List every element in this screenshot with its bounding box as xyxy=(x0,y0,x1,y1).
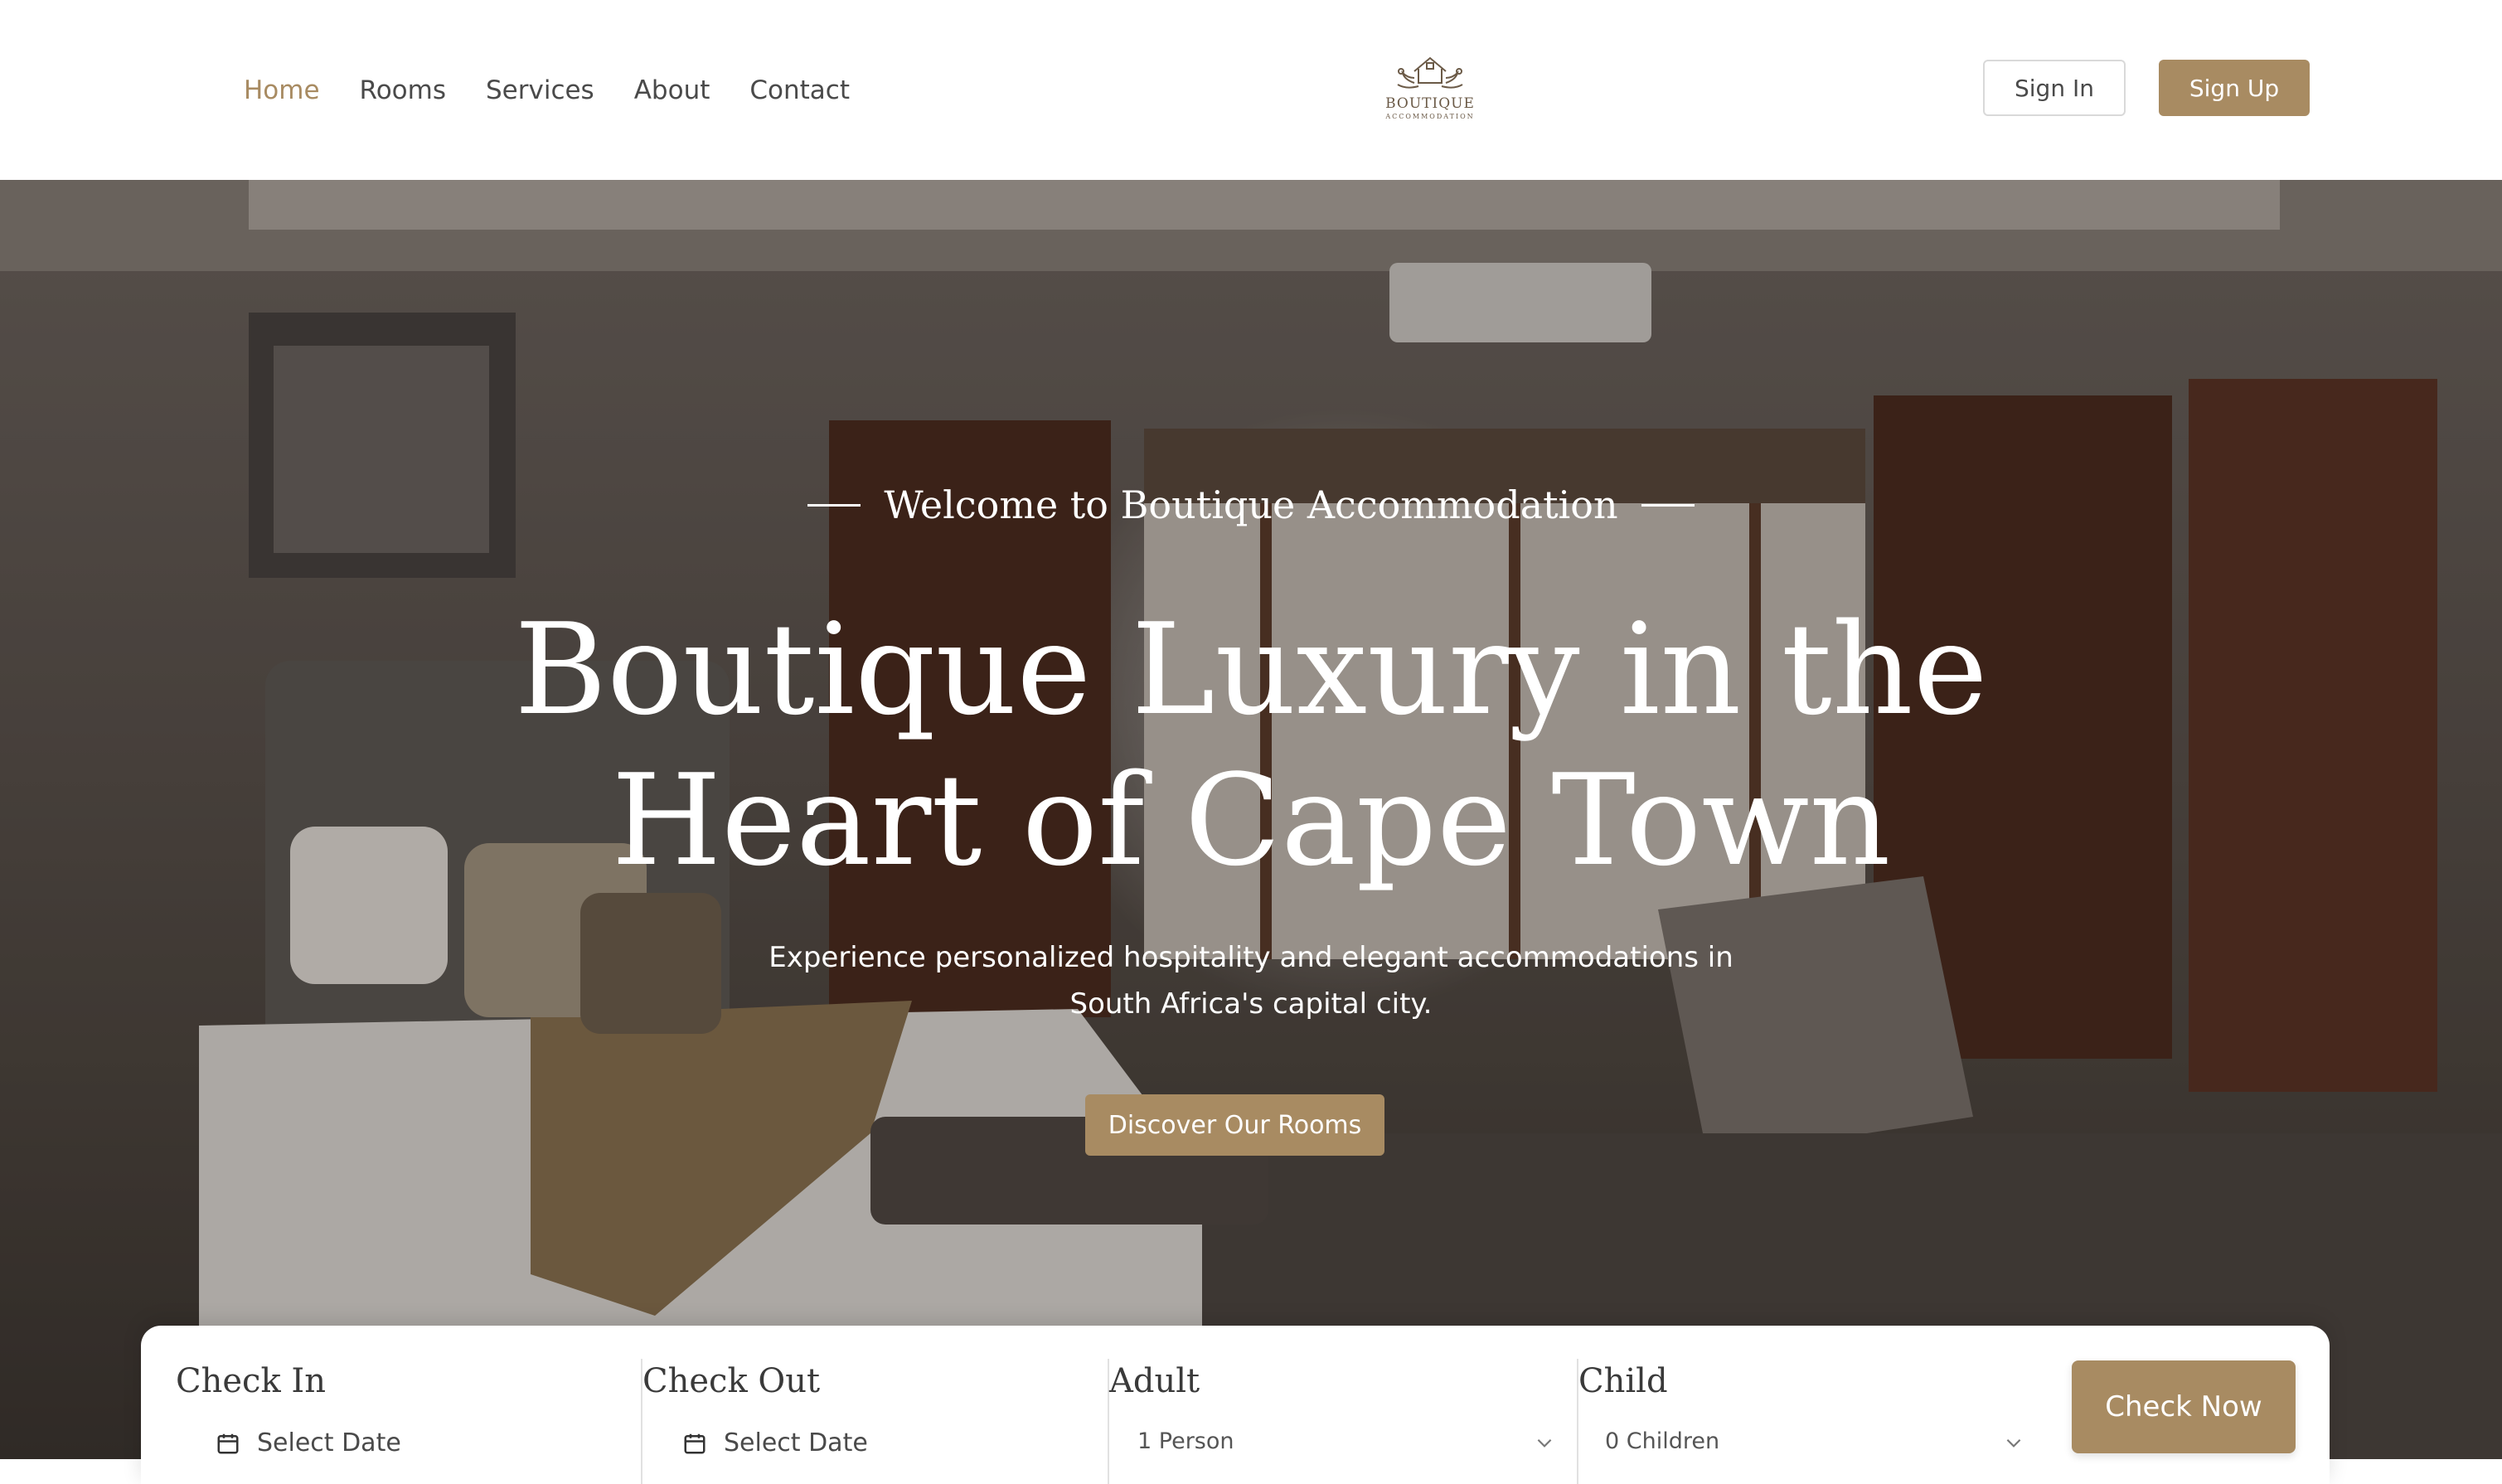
chevron-down-icon[interactable] xyxy=(2003,1432,2024,1453)
check-now-button[interactable]: Check Now xyxy=(2072,1360,2296,1453)
sign-in-button[interactable]: Sign In xyxy=(1983,60,2126,116)
house-logo-icon xyxy=(1397,56,1463,89)
adult-field: Adult 1 Person xyxy=(1109,1326,1573,1484)
nav-link-about[interactable]: About xyxy=(634,75,710,105)
hero-title: Boutique Luxury in the Heart of Cape Tow… xyxy=(0,594,2502,896)
child-label: Child xyxy=(1578,1362,1668,1400)
adult-value: 1 Person xyxy=(1137,1428,1234,1454)
hero-eyebrow: Welcome to Boutique Accommodation xyxy=(0,483,2502,527)
nav-link-rooms[interactable]: Rooms xyxy=(360,75,446,105)
logo-wordmark: BOUTIQUE xyxy=(1385,95,1475,112)
nav-link-home[interactable]: Home xyxy=(244,75,320,105)
auth-buttons: Sign In Sign Up xyxy=(1983,60,2310,116)
sign-up-button[interactable]: Sign Up xyxy=(2159,60,2310,116)
check-in-date-picker[interactable]: Select Date xyxy=(216,1428,401,1457)
hero-section: Welcome to Boutique Accommodation Boutiq… xyxy=(0,180,2502,1459)
check-out-label: Check Out xyxy=(642,1362,821,1400)
check-in-value: Select Date xyxy=(257,1428,401,1457)
hero-subtitle-line-1: Experience personalized hospitality and … xyxy=(769,941,1733,974)
logo-subtitle: ACCOMMODATION xyxy=(1385,113,1475,120)
hero-title-line-1: Boutique Luxury in the xyxy=(514,596,1988,743)
main-nav: Home Rooms Services About Contact xyxy=(244,0,850,180)
nav-link-services[interactable]: Services xyxy=(486,75,594,105)
check-in-field: Check In Select Date xyxy=(141,1326,609,1484)
nav-link-contact[interactable]: Contact xyxy=(749,75,850,105)
eyebrow-line-right xyxy=(1641,503,1695,507)
brand-logo[interactable]: BOUTIQUE ACCOMMODATION xyxy=(1383,46,1477,126)
check-in-label: Check In xyxy=(176,1362,326,1400)
hero-title-line-2: Heart of Cape Town xyxy=(611,747,1891,894)
site-header: Home Rooms Services About Contact BOUTIQ… xyxy=(0,0,2502,180)
eyebrow-line-left xyxy=(807,503,861,507)
booking-form: Check In Select Date Check Out Select Da… xyxy=(141,1326,2330,1484)
calendar-icon xyxy=(217,1433,239,1453)
child-value: 0 Children xyxy=(1605,1428,1720,1454)
check-out-field: Check Out Select Date xyxy=(642,1326,1110,1484)
check-out-value: Select Date xyxy=(724,1428,868,1457)
adult-select[interactable]: 1 Person xyxy=(1137,1428,1234,1454)
check-out-date-picker[interactable]: Select Date xyxy=(682,1428,868,1457)
child-field: Child 0 Children xyxy=(1578,1326,2043,1484)
hero-subtitle-line-2: South Africa's capital city. xyxy=(1069,987,1433,1021)
child-select[interactable]: 0 Children xyxy=(1605,1428,1719,1454)
hero-subtitle: Experience personalized hospitality and … xyxy=(754,934,1748,1027)
calendar-icon xyxy=(684,1433,706,1453)
chevron-down-icon[interactable] xyxy=(1534,1432,1555,1453)
hero-eyebrow-text: Welcome to Boutique Accommodation xyxy=(884,483,1618,527)
adult-label: Adult xyxy=(1109,1362,1200,1400)
discover-rooms-button[interactable]: Discover Our Rooms xyxy=(1085,1094,1384,1156)
